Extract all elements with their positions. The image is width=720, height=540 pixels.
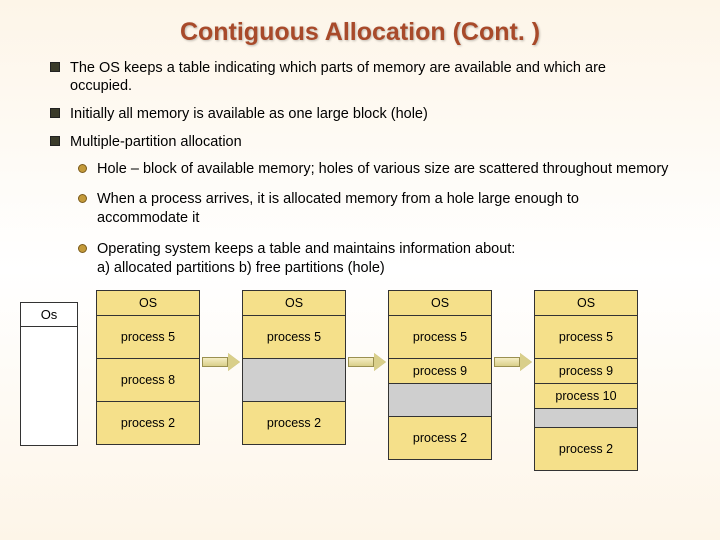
sub-bullet-text: Operating system keeps a table and maint… [97,240,515,278]
mem-cell: process 5 [535,316,637,359]
circle-bullet-icon [78,164,87,173]
sub-bullet-item: Operating system keeps a table and maint… [78,240,670,278]
sub-bullet-item: Hole – block of available memory; holes … [78,160,670,179]
arrow-icon [200,354,242,370]
sub-bullet-text: Hole – block of available memory; holes … [97,160,668,179]
bullet-list: The OS keeps a table indicating which pa… [50,59,670,152]
mem-cell: process 5 [389,316,491,359]
mem-cell: process 8 [97,359,199,402]
mem-cell: process 2 [389,417,491,459]
circle-bullet-icon [78,244,87,253]
square-bullet-icon [50,62,60,72]
mem-cell: process 10 [535,384,637,409]
bullet-item: Multiple-partition allocation [50,133,670,151]
memory-column-2: OS process 5 . process 2 [242,290,346,445]
memory-diagram: Os OS process 5 process 8 process 2 OS p… [20,290,670,471]
mem-hole: . [243,359,345,402]
mem-cell: process 9 [535,359,637,384]
mem-cell: process 2 [97,402,199,444]
mem-cell: OS [389,291,491,316]
sub-bullet-list: Hole – block of available memory; holes … [78,160,670,278]
mem-cell: OS [97,291,199,316]
bullet-text: The OS keeps a table indicating which pa… [70,59,670,95]
mem-cell: process 2 [243,402,345,444]
os-reference-label: Os [21,303,77,327]
bullet-item: Initially all memory is available as one… [50,105,670,123]
arrow-icon [492,354,534,370]
mem-cell: process 9 [389,359,491,384]
circle-bullet-icon [78,194,87,203]
memory-column-3: OS process 5 process 9 . process 2 [388,290,492,460]
os-reference-body [21,327,77,445]
mem-hole: . [389,384,491,417]
mem-cell: OS [535,291,637,316]
memory-column-1: OS process 5 process 8 process 2 [96,290,200,445]
mem-cell: process 5 [243,316,345,359]
square-bullet-icon [50,108,60,118]
bullet-text: Multiple-partition allocation [70,133,242,151]
mem-cell: process 2 [535,428,637,470]
bullet-item: The OS keeps a table indicating which pa… [50,59,670,95]
bullet-text: Initially all memory is available as one… [70,105,428,123]
mem-cell: process 5 [97,316,199,359]
square-bullet-icon [50,136,60,146]
arrow-icon [346,354,388,370]
sub-bullet-text: When a process arrives, it is allocated … [97,190,670,228]
mem-hole: . [535,409,637,428]
slide-title: Contiguous Allocation (Cont. ) [50,18,670,47]
sub-bullet-item: When a process arrives, it is allocated … [78,190,670,228]
memory-column-4: OS process 5 process 9 process 10 . proc… [534,290,638,471]
os-reference-box: Os [20,302,78,446]
mem-cell: OS [243,291,345,316]
